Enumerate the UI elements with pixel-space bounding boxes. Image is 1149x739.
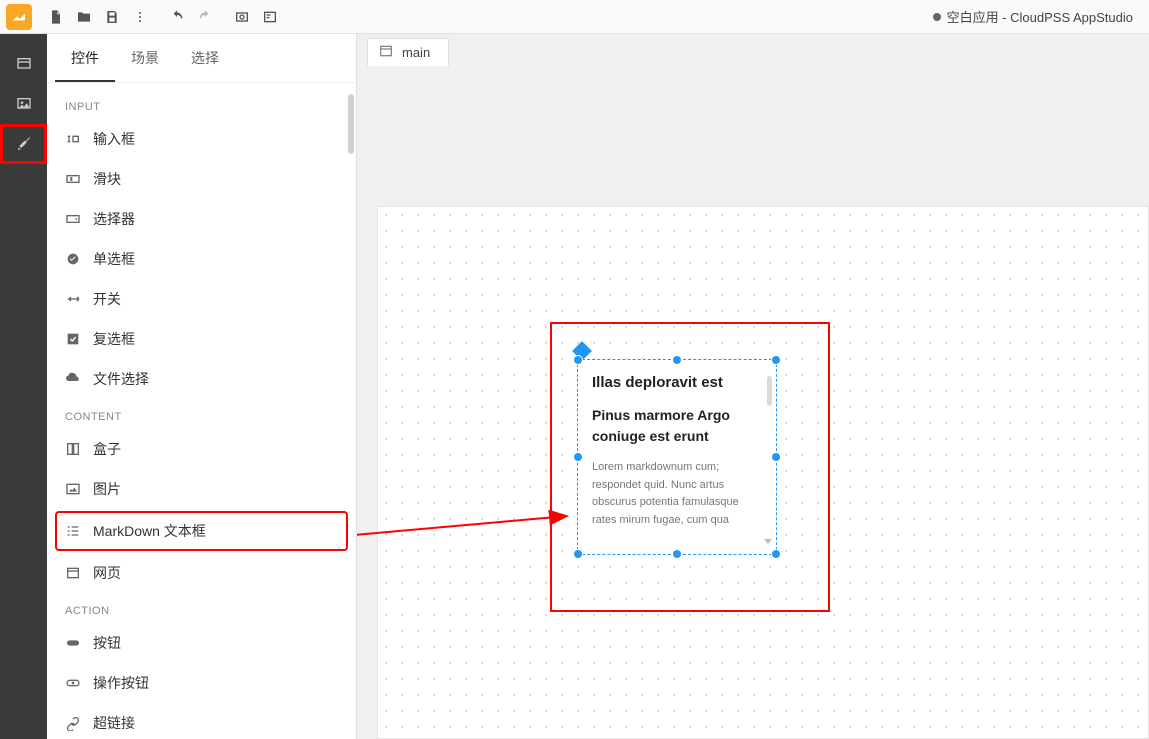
select-icon — [65, 211, 81, 227]
comp-button[interactable]: 按钮 — [47, 623, 356, 663]
sidebar-tools[interactable] — [0, 124, 47, 164]
section-content: CONTENT — [47, 399, 356, 429]
markdown-body: Lorem markdownum cum; respondet quid. Nu… — [592, 459, 762, 529]
comp-switch[interactable]: 开关 — [47, 279, 356, 319]
markdown-widget[interactable]: Illas deploravit est Pinus marmore Argo … — [577, 359, 777, 555]
comp-link[interactable]: 超链接 — [47, 703, 356, 739]
sidebar-dashboard[interactable] — [0, 44, 47, 84]
tab-widgets[interactable]: 控件 — [55, 34, 115, 82]
button-icon — [65, 635, 81, 651]
comp-checkbox[interactable]: 复选框 — [47, 319, 356, 359]
tab-scenes[interactable]: 场景 — [115, 34, 175, 82]
web-icon — [65, 565, 81, 581]
comp-select[interactable]: 选择器 — [47, 199, 356, 239]
box-icon — [65, 441, 81, 457]
screenshot-button[interactable] — [228, 3, 256, 31]
slider-icon — [65, 171, 81, 187]
section-action: ACTION — [47, 593, 356, 623]
comp-markdown[interactable]: MarkDown 文本框 — [55, 511, 348, 551]
toolbar: 空白应用 - CloudPSS AppStudio — [0, 0, 1149, 34]
new-file-button[interactable] — [42, 3, 70, 31]
comp-slider[interactable]: 滑块 — [47, 159, 356, 199]
comp-box[interactable]: 盒子 — [47, 429, 356, 469]
components-panel: 控件 场景 选择 INPUT 输入框 滑块 选择器 单选框 开关 复选框 文件选… — [47, 34, 357, 739]
comp-image[interactable]: 图片 — [47, 469, 356, 509]
resize-handle-ne[interactable] — [771, 355, 781, 365]
resize-handle-s[interactable] — [672, 549, 682, 559]
canvas-tab-main[interactable]: main — [367, 38, 449, 66]
panel-scrollbar[interactable] — [348, 94, 354, 154]
textfield-icon — [65, 131, 81, 147]
save-button[interactable] — [98, 3, 126, 31]
radio-icon — [65, 251, 81, 267]
open-file-button[interactable] — [70, 3, 98, 31]
widget-scrollbar[interactable] — [767, 376, 772, 406]
markdown-icon — [65, 523, 81, 539]
markdown-content: Illas deploravit est Pinus marmore Argo … — [578, 360, 776, 554]
image-icon — [65, 481, 81, 497]
comp-fileselect[interactable]: 文件选择 — [47, 359, 356, 399]
resize-handle-sw[interactable] — [573, 549, 583, 559]
link-icon — [65, 715, 81, 731]
more-button[interactable] — [126, 3, 154, 31]
left-sidebar — [0, 34, 47, 739]
comp-opbutton[interactable]: 操作按钮 — [47, 663, 356, 703]
resize-handle-se[interactable] — [771, 549, 781, 559]
form-button[interactable] — [256, 3, 284, 31]
switch-icon — [65, 291, 81, 307]
comp-web[interactable]: 网页 — [47, 553, 356, 593]
fileselect-icon — [65, 371, 81, 387]
panel-tabs: 控件 场景 选择 — [47, 34, 356, 83]
opbutton-icon — [65, 675, 81, 691]
comp-input[interactable]: 输入框 — [47, 119, 356, 159]
app-title: 空白应用 - CloudPSS AppStudio — [933, 7, 1143, 26]
canvas-area: main — [357, 34, 1149, 739]
section-input: INPUT — [47, 89, 356, 119]
title-text: 空白应用 - CloudPSS AppStudio — [947, 7, 1133, 26]
unsaved-dot-icon — [933, 13, 941, 21]
tab-icon — [378, 43, 394, 62]
widget-scroll-down-icon[interactable] — [764, 539, 772, 544]
resize-handle-e[interactable] — [771, 452, 781, 462]
app-logo — [6, 4, 32, 30]
undo-button[interactable] — [163, 3, 191, 31]
sidebar-assets[interactable] — [0, 84, 47, 124]
markdown-h1: Illas deploravit est — [592, 374, 762, 391]
resize-handle-n[interactable] — [672, 355, 682, 365]
redo-button[interactable] — [191, 3, 219, 31]
resize-handle-w[interactable] — [573, 452, 583, 462]
tab-select[interactable]: 选择 — [175, 34, 235, 82]
comp-radio[interactable]: 单选框 — [47, 239, 356, 279]
markdown-h2: Pinus marmore Argo coniuge est erunt — [592, 405, 762, 447]
checkbox-icon — [65, 331, 81, 347]
resize-handle-nw[interactable] — [573, 355, 583, 365]
